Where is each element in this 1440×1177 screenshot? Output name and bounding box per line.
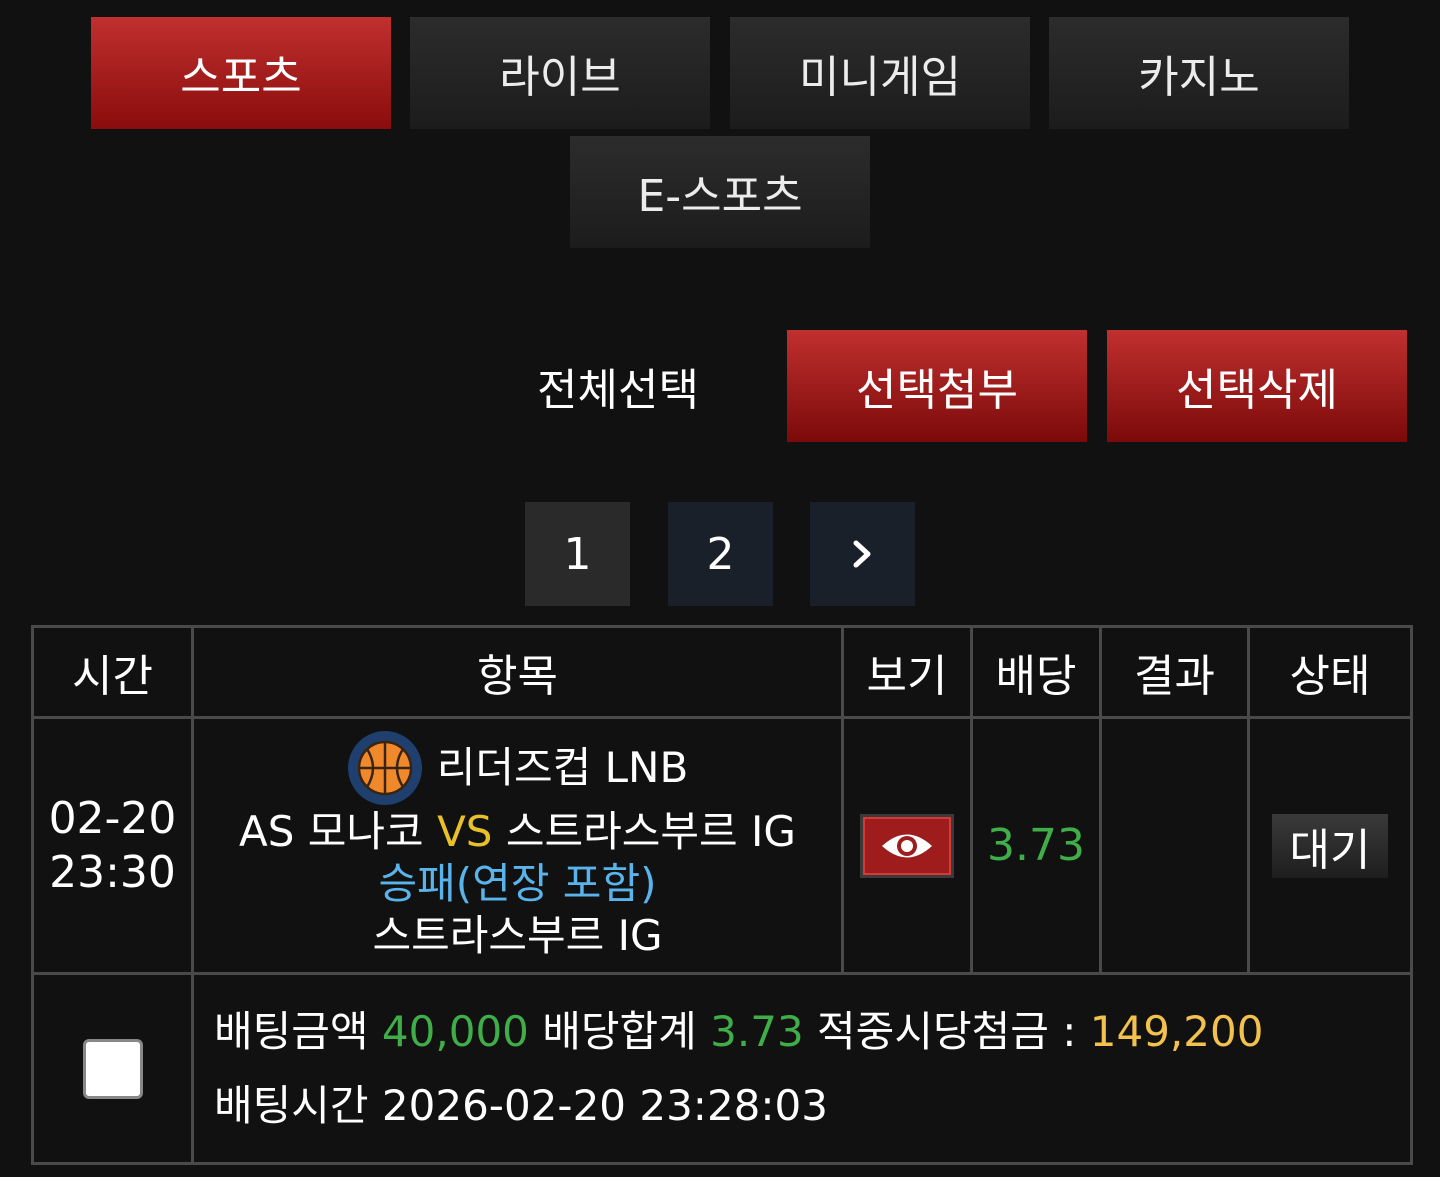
- delete-selected-button[interactable]: 선택삭제: [1107, 330, 1407, 442]
- select-all-button[interactable]: 전체선택: [468, 330, 768, 442]
- tab-live[interactable]: 라이브: [410, 17, 710, 129]
- summary-row: 배팅금액 40,000 배당합계 3.73 적중시당첨금 : 149,200 배…: [31, 972, 1413, 1165]
- odds-value: 3.73: [987, 820, 1085, 871]
- tab-esports[interactable]: E-스포츠: [570, 136, 870, 248]
- tab-minigame-label: 미니게임: [799, 52, 961, 103]
- next-page-button[interactable]: [810, 502, 915, 606]
- home-team: AS 모나코: [239, 806, 424, 856]
- bet-summary-line: 배팅금액 40,000 배당합계 3.73 적중시당첨금 : 149,200: [214, 995, 1410, 1069]
- header-status: 상태: [1247, 625, 1413, 719]
- odds-total-label: 배당합계: [542, 1006, 697, 1056]
- away-team: 스트라스부르 IG: [505, 806, 796, 856]
- delete-selected-label: 선택삭제: [1176, 365, 1338, 416]
- tab-casino-label: 카지노: [1138, 52, 1260, 103]
- vs-label: VS: [437, 806, 493, 856]
- bet-amount-label: 배팅금액: [214, 1006, 369, 1056]
- page-1-button[interactable]: 1: [525, 502, 630, 606]
- tab-casino[interactable]: 카지노: [1049, 17, 1349, 129]
- tab-sports-label: 스포츠: [180, 52, 302, 103]
- select-all-label: 전체선택: [537, 365, 699, 416]
- view-details-button[interactable]: [860, 813, 954, 878]
- status-label: 대기: [1289, 824, 1371, 876]
- bet-history-table: 시간 항목 보기 배당 결과 상태 02-20 23:30 리더즈컵 LNB A…: [31, 625, 1413, 1165]
- item-cell: 리더즈컵 LNB AS 모나코 VS 스트라스부르 IG 승패(연장 포함) 스…: [191, 716, 844, 975]
- result-cell: [1099, 716, 1250, 975]
- eye-icon: [882, 834, 932, 857]
- match-time: 23:30: [49, 846, 176, 898]
- tab-live-label: 라이브: [499, 52, 621, 103]
- league-line: 리더즈컵 LNB: [194, 730, 841, 806]
- view-cell: [841, 716, 973, 975]
- header-item: 항목: [191, 625, 844, 719]
- basketball-icon: [347, 730, 422, 805]
- page-2-button[interactable]: 2: [668, 502, 773, 606]
- time-cell: 02-20 23:30: [31, 716, 194, 975]
- odds-total: 3.73: [710, 1006, 804, 1056]
- tab-esports-label: E-스포츠: [637, 171, 803, 222]
- payout-amount: 149,200: [1089, 1006, 1264, 1056]
- header-odds: 배당: [970, 625, 1102, 719]
- page-2-label: 2: [706, 528, 735, 580]
- odds-cell: 3.73: [970, 716, 1102, 975]
- page-1-label: 1: [563, 528, 592, 580]
- match-date: 02-20: [48, 792, 177, 844]
- table-header-row: 시간 항목 보기 배당 결과 상태: [31, 625, 1413, 719]
- header-view: 보기: [841, 625, 973, 719]
- matchup-line: AS 모나코 VS 스트라스부르 IG: [194, 806, 841, 858]
- header-result: 결과: [1099, 625, 1250, 719]
- tab-sports[interactable]: 스포츠: [91, 17, 391, 129]
- bet-amount: 40,000: [381, 1006, 529, 1056]
- bet-time-label: 배팅시간: [214, 1080, 369, 1130]
- bet-select-checkbox[interactable]: [82, 1038, 143, 1099]
- payout-label: 적중시당첨금 :: [817, 1006, 1077, 1056]
- status-cell: 대기: [1247, 716, 1413, 975]
- attach-selected-label: 선택첨부: [856, 365, 1018, 416]
- attach-selected-button[interactable]: 선택첨부: [787, 330, 1087, 442]
- bet-time-line: 배팅시간 2026-02-20 23:28:03: [214, 1069, 1410, 1143]
- tab-minigame[interactable]: 미니게임: [730, 17, 1030, 129]
- league-name: 리더즈컵 LNB: [436, 742, 689, 792]
- bet-time: 2026-02-20 23:28:03: [381, 1080, 828, 1130]
- status-badge: 대기: [1272, 813, 1388, 878]
- table-row: 02-20 23:30 리더즈컵 LNB AS 모나코 VS 스트라스부르 IG: [31, 716, 1413, 975]
- select-cell: [31, 972, 194, 1165]
- selected-pick: 스트라스부르 IG: [372, 910, 663, 960]
- chevron-right-icon: [853, 540, 870, 568]
- market-type: 승패(연장 포함): [378, 858, 657, 908]
- bet-summary: 배팅금액 40,000 배당합계 3.73 적중시당첨금 : 149,200 배…: [191, 972, 1413, 1165]
- header-time: 시간: [31, 625, 194, 719]
